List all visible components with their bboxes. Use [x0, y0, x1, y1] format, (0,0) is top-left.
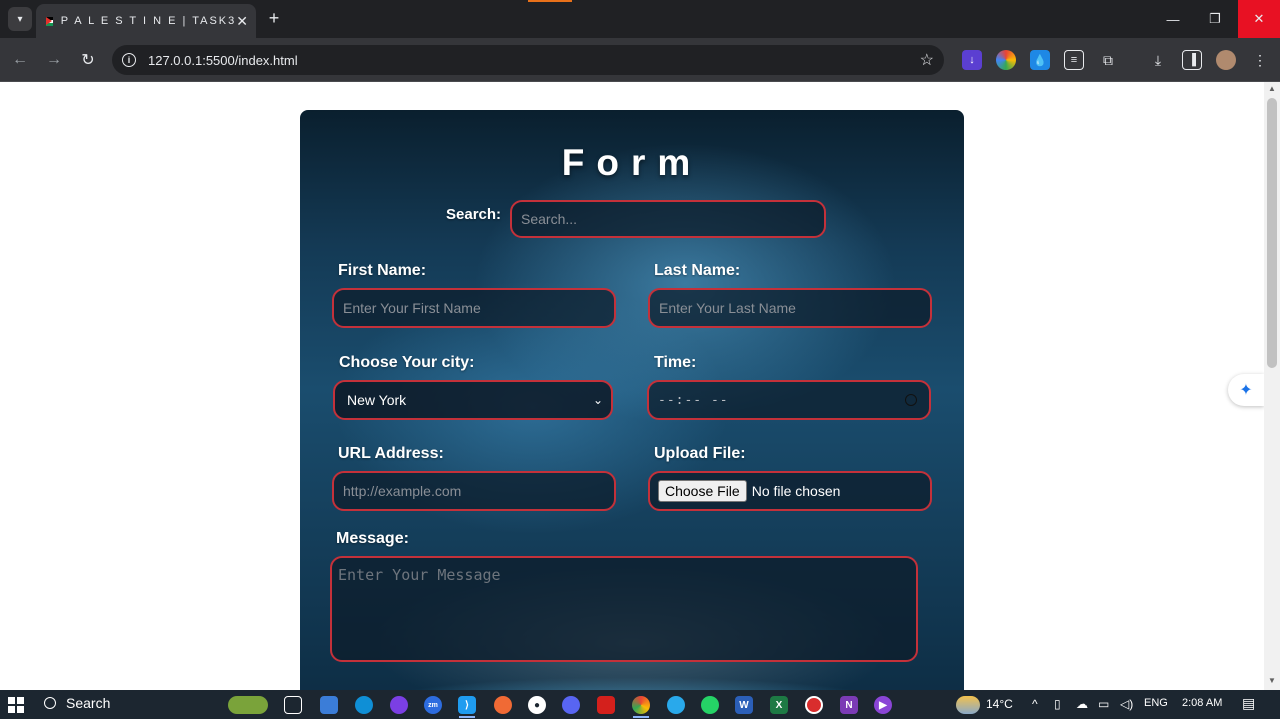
notification-icon[interactable]: ▤ [1242, 695, 1255, 712]
close-window-button[interactable]: ✕ [1238, 0, 1280, 38]
back-icon[interactable]: ← [8, 48, 32, 72]
extensions-puzzle-icon[interactable]: ⧉ [1098, 50, 1118, 70]
city-select[interactable]: New York ⌄ [333, 380, 613, 420]
search-icon [44, 697, 56, 709]
reload-icon[interactable]: ↻ [76, 48, 100, 72]
file-input[interactable]: Choose File No file chosen [648, 471, 932, 511]
tray-chevron-up-icon[interactable]: ^ [1032, 697, 1038, 711]
site-info-icon[interactable]: i [122, 53, 136, 67]
language-indicator[interactable]: ENG [1144, 697, 1168, 709]
tray-device-icon[interactable]: ▯ [1054, 697, 1061, 711]
first-name-label: First Name: [338, 262, 427, 279]
side-panel-icon[interactable]: ▐ [1182, 50, 1202, 70]
downloads-icon[interactable]: ⤓ [1148, 50, 1168, 70]
taskbar-search[interactable]: Search [44, 695, 110, 711]
vertical-scrollbar[interactable]: ▲ ▼ [1264, 82, 1280, 690]
url-text[interactable]: 127.0.0.1:5500/index.html [148, 53, 920, 68]
vscode-active-indicator [459, 716, 475, 718]
url-input[interactable]: http://example.com [332, 471, 616, 511]
download-extension-icon[interactable]: ↓ [962, 50, 982, 70]
city-label: Choose Your city: [339, 354, 475, 371]
tab-title: P A L E S T I N E | TASK3 [60, 15, 237, 27]
bookmark-star-icon[interactable]: ☆ [920, 50, 934, 70]
last-name-placeholder: Enter Your Last Name [659, 300, 796, 316]
recorder-icon[interactable] [805, 696, 823, 714]
weather-icon[interactable] [956, 696, 980, 714]
vscode-icon[interactable]: ⟩ [458, 696, 476, 714]
more-menu-icon[interactable]: ⋮ [1250, 50, 1270, 70]
city-selected-value: New York [347, 392, 407, 408]
windows-taskbar: Search zm ⟩ ● W X N ▶ 14°C ^ ▯ ☁ ▭ ◁) EN… [0, 690, 1280, 719]
zoom-icon[interactable]: zm [424, 696, 442, 714]
url-placeholder: http://example.com [343, 483, 462, 499]
time-input[interactable]: --:-- -- [647, 380, 931, 420]
address-bar[interactable]: i 127.0.0.1:5500/index.html ☆ [112, 45, 944, 75]
app-orange-icon[interactable] [494, 696, 512, 714]
discord-icon[interactable] [562, 696, 580, 714]
toolbar: ← → ↻ i 127.0.0.1:5500/index.html ☆ ↓ 💧 … [0, 38, 1280, 82]
message-label: Message: [336, 530, 409, 547]
forward-icon[interactable]: → [42, 48, 66, 72]
taskbar-search-label: Search [66, 695, 111, 711]
url-label: URL Address: [338, 445, 444, 462]
last-name-label: Last Name: [654, 262, 741, 279]
time-value: --:-- -- [658, 392, 729, 408]
restore-button[interactable]: ❐ [1194, 0, 1236, 38]
file-status: No file chosen [751, 483, 841, 499]
telegram-icon[interactable] [667, 696, 685, 714]
file-label: Upload File: [654, 445, 746, 462]
edge-icon[interactable] [355, 696, 373, 714]
windows-start-icon[interactable] [8, 697, 24, 713]
droplet-extension-icon[interactable]: 💧 [1030, 50, 1050, 70]
pistachio-widget-icon[interactable] [228, 696, 268, 714]
media-player-icon[interactable]: ▶ [874, 696, 892, 714]
onedrive-cloud-icon[interactable]: ☁ [1076, 697, 1088, 711]
task-view-icon[interactable] [284, 696, 302, 714]
message-textarea[interactable]: Enter Your Message [330, 556, 918, 662]
side-assistant-button[interactable]: ✦ [1228, 374, 1264, 406]
palestine-flag-icon [46, 16, 53, 26]
search-input[interactable]: Search... [510, 200, 826, 238]
scrollbar-thumb[interactable] [1267, 98, 1277, 368]
browser-tab[interactable]: P A L E S T I N E | TASK3 ✕ [36, 4, 256, 38]
whatsapp-icon[interactable] [701, 696, 719, 714]
weather-temperature[interactable]: 14°C [986, 697, 1013, 711]
minimize-button[interactable]: — [1152, 0, 1194, 38]
search-placeholder: Search... [521, 211, 578, 227]
desktop-app-icon[interactable] [320, 696, 338, 714]
word-icon[interactable]: W [735, 696, 753, 714]
last-name-input[interactable]: Enter Your Last Name [648, 288, 932, 328]
search-label: Search: [446, 206, 502, 223]
network-icon[interactable]: ▭ [1098, 697, 1109, 711]
excel-icon[interactable]: X [770, 696, 788, 714]
choose-file-button[interactable]: Choose File [658, 480, 747, 502]
chevron-down-icon: ⌄ [592, 393, 603, 407]
tab-indicator [528, 0, 572, 2]
page-viewport: Form Search: Search... First Name: Enter… [0, 82, 1264, 690]
reader-extension-icon[interactable]: ≡ [1064, 50, 1084, 70]
form-card: Form Search: Search... First Name: Enter… [300, 110, 964, 690]
github-icon[interactable] [390, 696, 408, 714]
scroll-up-icon[interactable]: ▲ [1268, 84, 1276, 93]
first-name-placeholder: Enter Your First Name [343, 300, 481, 316]
clock-icon[interactable] [905, 394, 917, 406]
onenote-icon[interactable]: N [840, 696, 858, 714]
acrobat-icon[interactable] [597, 696, 615, 714]
first-name-input[interactable]: Enter Your First Name [332, 288, 616, 328]
app-white-icon[interactable]: ● [528, 696, 546, 714]
message-placeholder: Enter Your Message [338, 566, 501, 584]
scroll-down-icon[interactable]: ▼ [1268, 676, 1276, 685]
tab-strip: ▾ P A L E S T I N E | TASK3 ✕ + — ❐ ✕ [0, 0, 1280, 38]
chrome-active-indicator [633, 716, 649, 718]
color-extension-icon[interactable] [996, 50, 1016, 70]
clock-time[interactable]: 2:08 AM [1182, 697, 1222, 709]
new-tab-button[interactable]: + [264, 8, 284, 29]
volume-icon[interactable]: ◁) [1120, 697, 1133, 711]
chrome-icon[interactable] [632, 696, 650, 714]
profile-avatar[interactable] [1216, 50, 1236, 70]
tab-search-menu-button[interactable]: ▾ [8, 7, 32, 31]
close-tab-icon[interactable]: ✕ [236, 13, 248, 30]
time-label: Time: [654, 354, 697, 371]
form-title: Form [561, 142, 703, 183]
